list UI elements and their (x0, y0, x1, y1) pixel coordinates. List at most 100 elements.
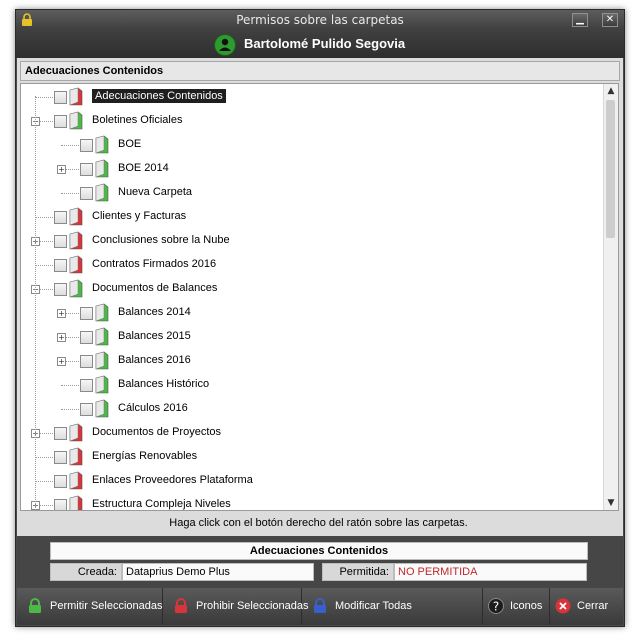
scroll-up-icon[interactable]: ▲ (604, 84, 618, 98)
folder-denied-icon (69, 87, 83, 106)
folder-checkbox[interactable] (54, 475, 67, 488)
close-icon (555, 598, 571, 614)
folder-allowed-icon (95, 135, 109, 154)
tree-item-label: Cálculos 2016 (118, 402, 188, 414)
expand-icon[interactable]: + (57, 333, 66, 342)
allowed-value: NO PERMITIDA (394, 563, 587, 581)
folder-checkbox[interactable] (54, 427, 67, 440)
folder-checkbox[interactable] (80, 379, 93, 392)
folder-checkbox[interactable] (54, 91, 67, 104)
folder-checkbox[interactable] (80, 187, 93, 200)
deny-selected-button[interactable]: Prohibir Seleccionadas (163, 588, 309, 625)
tree-item[interactable]: Balances Histórico (21, 375, 601, 395)
folder-denied-icon (69, 471, 83, 490)
expand-icon[interactable]: + (57, 165, 66, 174)
bottom-toolbar: Permitir Seleccionadas Prohibir Seleccio… (17, 588, 623, 625)
icons-label: Iconos (510, 600, 543, 612)
section-header: Adecuaciones Contenidos (20, 61, 620, 81)
folder-checkbox[interactable] (54, 499, 67, 510)
tree-connector (35, 97, 53, 98)
tree-item[interactable]: Contratos Firmados 2016 (21, 255, 601, 275)
folder-tree[interactable]: + Estructura Compleja Niveles Enlaces Prov… (20, 83, 619, 511)
tree-connector (61, 145, 79, 146)
folder-checkbox[interactable] (80, 403, 93, 416)
scroll-thumb[interactable] (606, 100, 615, 238)
folder-allowed-icon (69, 111, 83, 130)
folder-checkbox[interactable] (54, 211, 67, 224)
folder-checkbox[interactable] (80, 307, 93, 320)
tree-item[interactable]: Clientes y Facturas (21, 207, 601, 227)
window-title: Permisos sobre las carpetas (236, 13, 404, 27)
modify-all-label: Modificar Todas (335, 600, 412, 612)
user-name: Bartolomé Pulido Segovia (244, 36, 406, 51)
tree-item-label: Balances 2015 (118, 330, 191, 342)
tree-connector (35, 457, 53, 458)
blue-lock-icon (314, 598, 326, 613)
folder-checkbox[interactable] (80, 355, 93, 368)
folder-checkbox[interactable] (54, 283, 67, 296)
tree-item[interactable]: Enlaces Proveedores Plataforma (21, 471, 601, 491)
allowed-label: Permitida: (322, 563, 394, 581)
minimize-button[interactable]: ▁ (572, 13, 588, 27)
modify-all-button[interactable]: Modificar Todas (302, 588, 483, 625)
folder-allowed-icon (95, 303, 109, 322)
tree-item[interactable]: + Documentos de Proyectos (21, 423, 601, 443)
tree-item[interactable]: + Conclusiones sobre la Nube (21, 231, 601, 251)
close-window-button[interactable]: ✕ (602, 13, 618, 27)
tree-item[interactable]: − Boletines Oficiales (21, 111, 601, 131)
folder-checkbox[interactable] (54, 115, 67, 128)
tree-item-label: Boletines Oficiales (92, 114, 183, 126)
folder-allowed-icon (95, 159, 109, 178)
help-icon: ? (488, 598, 504, 614)
user-icon (214, 34, 236, 56)
folder-checkbox[interactable] (80, 331, 93, 344)
tree-item-label: Balances 2014 (118, 306, 191, 318)
expand-icon[interactable]: + (57, 357, 66, 366)
tree-item[interactable]: + Estructura Compleja Niveles (21, 495, 601, 510)
tree-item[interactable]: Nueva Carpeta (21, 183, 601, 203)
tree-scrollbar[interactable]: ▲ ▼ (603, 84, 618, 510)
tree-item[interactable]: − Documentos de Balances (21, 279, 601, 299)
tree-item-label: Enlaces Proveedores Plataforma (92, 474, 253, 486)
tree-item-label: BOE 2014 (118, 162, 169, 174)
folder-checkbox[interactable] (80, 139, 93, 152)
tree-item[interactable]: + Balances 2015 (21, 327, 601, 347)
info-folder-name: Adecuaciones Contenidos (50, 542, 588, 560)
tree-item[interactable]: BOE (21, 135, 601, 155)
tree-item-label: Balances 2016 (118, 354, 191, 366)
tree-item[interactable]: Energías Renovables (21, 447, 601, 467)
folder-checkbox[interactable] (54, 259, 67, 272)
allow-selected-label: Permitir Seleccionadas (50, 600, 163, 612)
created-label: Creada: (50, 563, 122, 581)
folder-checkbox[interactable] (80, 163, 93, 176)
tree-connector (35, 265, 53, 266)
tree-item-label: Energías Renovables (92, 450, 198, 462)
tree-item[interactable]: Adecuaciones Contenidos (21, 87, 601, 107)
svg-text:?: ? (493, 600, 499, 614)
tree-item-label: Nueva Carpeta (118, 186, 192, 198)
tree-item-label: Documentos de Proyectos (92, 426, 222, 438)
tree-item[interactable]: + Balances 2014 (21, 303, 601, 323)
tree-item-label: Estructura Compleja Niveles (92, 498, 231, 510)
tree-item-label: Adecuaciones Contenidos (92, 89, 226, 103)
tree-item[interactable]: Cálculos 2016 (21, 399, 601, 419)
folder-allowed-icon (95, 183, 109, 202)
tree-item[interactable]: + BOE 2014 (21, 159, 601, 179)
created-value: Dataprius Demo Plus (122, 563, 314, 581)
folder-denied-icon (69, 255, 83, 274)
expand-icon[interactable]: + (57, 309, 66, 318)
icons-button[interactable]: ? Iconos (483, 588, 550, 625)
hint-text: Haga click con el botón derecho del rató… (169, 517, 468, 529)
folder-info-panel: Adecuaciones Contenidos Creada: Datapriu… (17, 536, 623, 588)
folder-denied-icon (69, 207, 83, 226)
folder-checkbox[interactable] (54, 451, 67, 464)
folder-checkbox[interactable] (54, 235, 67, 248)
tree-item[interactable]: + Balances 2016 (21, 351, 601, 371)
scroll-down-icon[interactable]: ▼ (604, 496, 618, 510)
close-button[interactable]: Cerrar (550, 588, 623, 625)
allow-selected-button[interactable]: Permitir Seleccionadas (17, 588, 163, 625)
tree-item-label: Clientes y Facturas (92, 210, 187, 222)
folder-denied-icon (69, 231, 83, 250)
green-lock-icon (29, 598, 41, 613)
folder-denied-icon (69, 423, 83, 442)
